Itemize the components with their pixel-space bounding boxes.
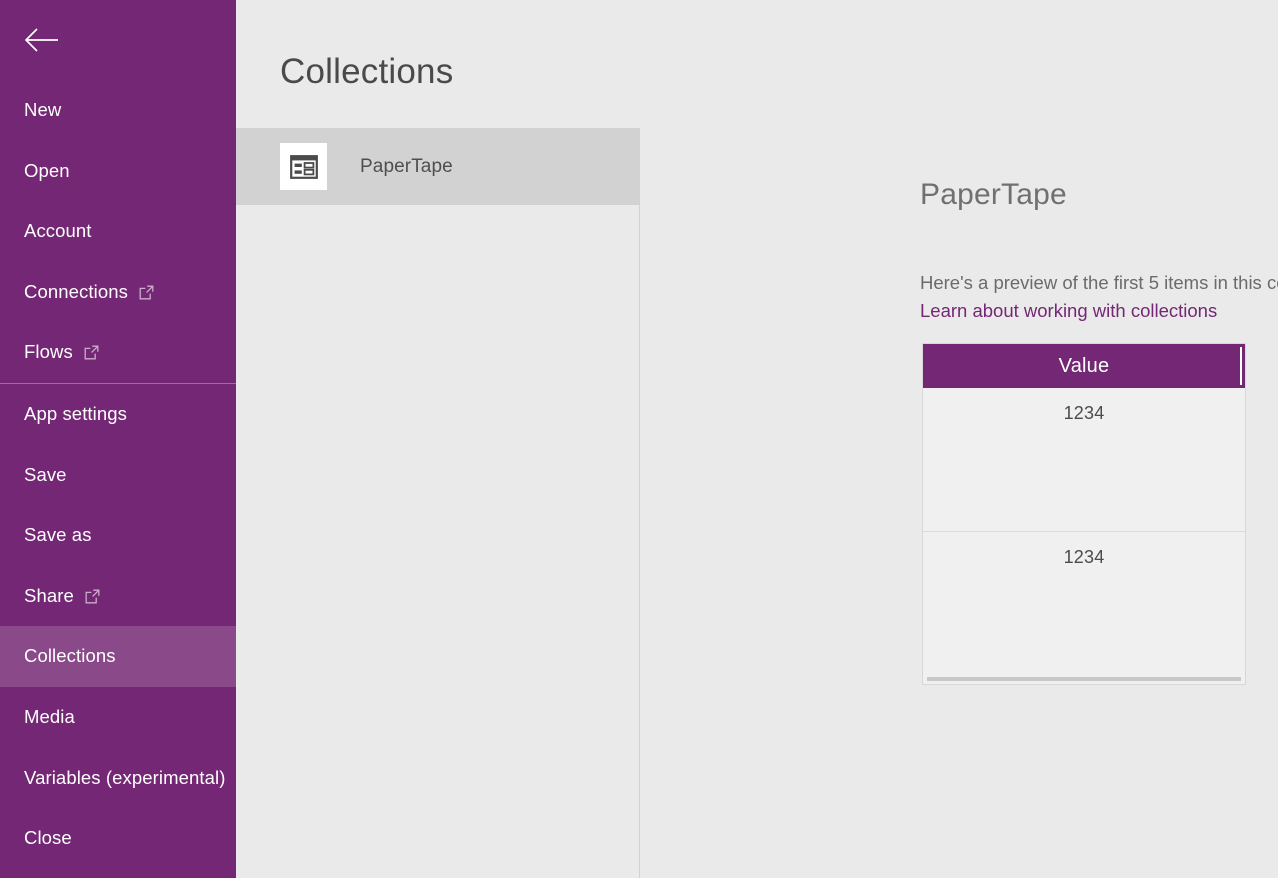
detail-title: PaperTape	[920, 180, 1067, 210]
list-item[interactable]: PaperTape	[236, 128, 640, 205]
table-horizontal-scrollbar[interactable]	[923, 674, 1245, 684]
sidebar-item-account[interactable]: Account	[0, 201, 236, 262]
sidebar-item-label: Close	[24, 829, 72, 848]
sidebar: New Open Account Connections	[0, 0, 236, 878]
sidebar-item-label: Share	[24, 587, 74, 606]
table-header-row: Value	[923, 344, 1245, 388]
column-header-value: Value	[1059, 355, 1110, 378]
table-row[interactable]: 1234	[923, 388, 1245, 532]
sidebar-item-save[interactable]: Save	[0, 445, 236, 506]
sidebar-item-collections[interactable]: Collections	[0, 626, 236, 687]
sidebar-item-label: Connections	[24, 283, 128, 302]
sidebar-item-label: New	[24, 101, 61, 120]
column-resize-handle[interactable]	[1240, 347, 1242, 385]
sidebar-item-share[interactable]: Share	[0, 566, 236, 627]
collection-preview-table: Value 1234 1234	[922, 343, 1246, 685]
preview-description: Here's a preview of the first 5 items in…	[920, 274, 1278, 293]
sidebar-item-variables[interactable]: Variables (experimental)	[0, 748, 236, 809]
sidebar-item-label: Collections	[24, 647, 116, 666]
back-button[interactable]	[0, 0, 236, 80]
sidebar-item-label: Save	[24, 466, 67, 485]
list-item-label: PaperTape	[360, 156, 453, 178]
sidebar-item-media[interactable]: Media	[0, 687, 236, 748]
collection-detail-panel: PaperTape Here's a preview of the first …	[641, 128, 1278, 878]
learn-about-collections-link[interactable]: Learn about working with collections	[920, 302, 1217, 321]
collections-list-panel: PaperTape	[236, 128, 640, 878]
page-title: Collections	[280, 54, 453, 89]
back-arrow-icon	[22, 25, 60, 55]
sidebar-item-app-settings[interactable]: App settings	[0, 384, 236, 445]
sidebar-item-label: Open	[24, 162, 70, 181]
sidebar-item-connections[interactable]: Connections	[0, 262, 236, 323]
table-row[interactable]: 1234	[923, 532, 1245, 676]
sidebar-nav-list: New Open Account Connections	[0, 80, 236, 869]
table-grid-icon	[280, 143, 327, 190]
sidebar-item-flows[interactable]: Flows	[0, 322, 236, 383]
sidebar-item-label: Flows	[24, 343, 73, 362]
table-cell-value: 1234	[1064, 547, 1105, 675]
scrollbar-thumb[interactable]	[927, 677, 1241, 681]
sidebar-item-new[interactable]: New	[0, 80, 236, 141]
sidebar-item-close[interactable]: Close	[0, 808, 236, 869]
external-link-icon	[139, 285, 154, 300]
sidebar-item-open[interactable]: Open	[0, 141, 236, 202]
table-cell-value: 1234	[1064, 403, 1105, 531]
external-link-icon	[84, 345, 99, 360]
sidebar-item-label: App settings	[24, 405, 127, 424]
app-window: New Open Account Connections	[0, 0, 1278, 878]
external-link-icon	[85, 589, 100, 604]
sidebar-item-label: Variables (experimental)	[24, 769, 226, 788]
table-body: 1234 1234	[923, 388, 1245, 676]
sidebar-item-label: Media	[24, 708, 75, 727]
sidebar-item-label: Account	[24, 222, 92, 241]
main-content: Collections PaperTape Pape	[236, 0, 1278, 878]
sidebar-item-save-as[interactable]: Save as	[0, 505, 236, 566]
sidebar-item-label: Save as	[24, 526, 92, 545]
